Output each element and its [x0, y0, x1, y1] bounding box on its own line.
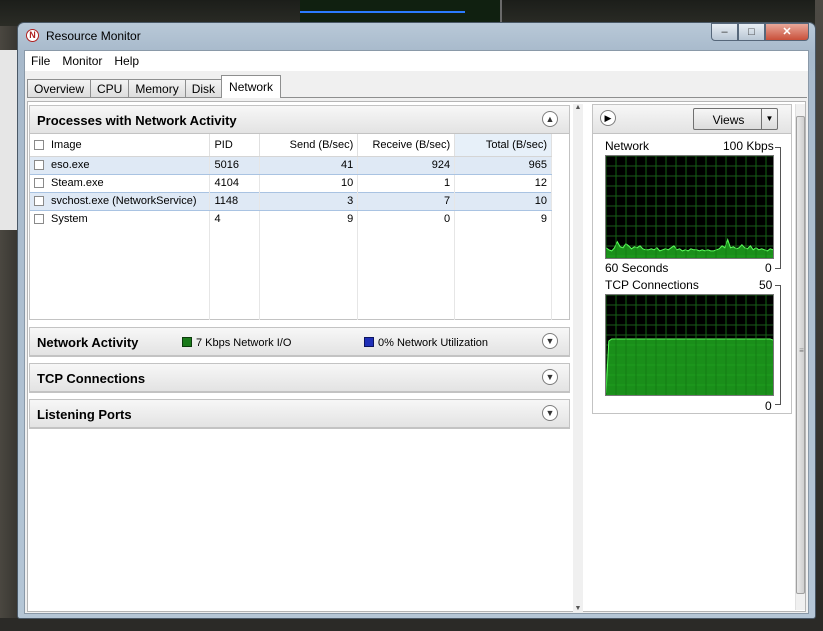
select-all-checkbox[interactable]	[34, 139, 44, 150]
tab-strip: Overview CPU Memory Disk Network	[27, 74, 282, 98]
sections-scrollbar[interactable]: ▲ ▼	[573, 104, 583, 612]
window-controls: – □ ✕	[711, 23, 809, 43]
column-pid[interactable]: PID	[209, 134, 261, 157]
graphs-scrollbar[interactable]: ≡	[795, 104, 805, 610]
client-area: File Monitor Help Overview CPU Memory Di…	[24, 50, 809, 614]
network-activity-section: Network Activity 7 Kbps Network I/O 0% N…	[29, 327, 570, 357]
expand-tcp-connections-icon[interactable]: ▼	[542, 369, 558, 385]
network-graph-plot	[606, 156, 773, 258]
menu-file[interactable]: File	[25, 54, 56, 68]
table-row[interactable]: eso.exe 5016 41 924 965	[30, 155, 552, 175]
listening-ports-title: Listening Ports	[37, 407, 132, 422]
processes-table-header: Image PID Send (B/sec) Receive (B/sec) T…	[30, 134, 552, 157]
menu-help[interactable]: Help	[108, 54, 145, 68]
listening-ports-section: Listening Ports ▼	[29, 399, 570, 429]
processes-section-title: Processes with Network Activity	[37, 113, 237, 128]
tcp-connections-header[interactable]: TCP Connections ▼	[30, 364, 569, 392]
tcp-connections-graph	[605, 294, 774, 396]
network-tab-content: Processes with Network Activity ▲ Image …	[27, 101, 806, 612]
tab-cpu[interactable]: CPU	[90, 79, 130, 98]
listening-ports-header[interactable]: Listening Ports ▼	[30, 400, 569, 428]
tab-disk[interactable]: Disk	[184, 79, 223, 98]
graphs-header: ▶ Views ▼	[593, 105, 791, 134]
column-total[interactable]: Total (B/sec)	[454, 134, 552, 157]
resource-monitor-icon: N	[26, 29, 39, 42]
network-graph-timespan: 60 Seconds	[605, 261, 669, 275]
scroll-down-icon[interactable]: ▼	[573, 605, 583, 612]
column-image[interactable]: Image	[30, 134, 211, 157]
resource-monitor-window: N Resource Monitor – □ ✕ File Monitor He…	[17, 22, 816, 619]
window-title: Resource Monitor	[46, 29, 141, 43]
title-bar[interactable]: N Resource Monitor – □ ✕	[18, 23, 815, 49]
desktop-background-right	[815, 0, 823, 631]
graph-area	[606, 339, 773, 395]
dropdown-arrow-icon: ▼	[761, 109, 777, 129]
table-row[interactable]: System 4 9 0 9	[30, 210, 552, 228]
desktop-background-bottom	[0, 618, 823, 631]
network-graph-max: 100 Kbps	[723, 139, 774, 153]
row-checkbox[interactable]	[34, 214, 44, 225]
menu-monitor[interactable]: Monitor	[56, 54, 108, 68]
collapse-processes-icon[interactable]: ▲	[542, 111, 558, 127]
graphs-pane: ▶ Views ▼ Network 100 Kbps 60 Seconds 0 …	[592, 104, 792, 414]
table-row[interactable]: svchost.exe (NetworkService) 1148 3 7 10	[30, 191, 552, 211]
background-window-graph	[300, 0, 502, 22]
network-graph-min: 0	[765, 261, 772, 275]
scroll-up-icon[interactable]: ▲	[573, 104, 583, 111]
tcp-connections-graph-plot	[606, 295, 773, 395]
network-utilization-swatch	[364, 337, 374, 347]
tcp-graph-max: 50	[759, 278, 773, 292]
tcp-graph-min: 0	[765, 399, 772, 413]
processes-section: Processes with Network Activity ▲ Image …	[29, 105, 570, 320]
tab-overview[interactable]: Overview	[27, 79, 92, 98]
column-receive[interactable]: Receive (B/sec)	[357, 134, 456, 157]
expand-network-activity-icon[interactable]: ▼	[542, 333, 558, 349]
toggle-graphs-icon[interactable]: ▶	[600, 110, 616, 126]
network-io-swatch	[182, 337, 192, 347]
tab-network[interactable]: Network	[221, 75, 282, 98]
views-dropdown[interactable]: Views ▼	[693, 108, 778, 130]
processes-section-header[interactable]: Processes with Network Activity ▲	[30, 106, 569, 134]
tcp-graph-name: TCP Connections	[605, 278, 699, 292]
row-checkbox[interactable]	[34, 196, 44, 207]
tab-memory[interactable]: Memory	[128, 79, 186, 98]
network-graph	[605, 155, 774, 259]
maximize-button[interactable]: □	[738, 23, 765, 41]
processes-table: Image PID Send (B/sec) Receive (B/sec) T…	[30, 134, 552, 320]
expand-listening-ports-icon[interactable]: ▼	[542, 405, 558, 421]
network-activity-title: Network Activity	[37, 335, 139, 350]
row-checkbox[interactable]	[34, 178, 44, 189]
menu-bar: File Monitor Help	[25, 51, 808, 71]
tcp-connections-section: TCP Connections ▼	[29, 363, 570, 393]
minimize-button[interactable]: –	[711, 23, 738, 41]
network-utilization-legend: 0% Network Utilization	[364, 337, 488, 349]
network-graph-name: Network	[605, 139, 650, 153]
background-window-fragment	[0, 50, 18, 230]
table-row[interactable]: Steam.exe 4104 10 1 12	[30, 174, 552, 192]
network-activity-header[interactable]: Network Activity 7 Kbps Network I/O 0% N…	[30, 328, 569, 356]
network-io-legend: 7 Kbps Network I/O	[182, 337, 291, 349]
close-button[interactable]: ✕	[765, 23, 809, 41]
tcp-connections-title: TCP Connections	[37, 371, 146, 386]
graphs-scrollbar-thumb[interactable]: ≡	[796, 116, 805, 594]
column-send[interactable]: Send (B/sec)	[259, 134, 359, 157]
sections-pane: Processes with Network Activity ▲ Image …	[29, 103, 583, 612]
row-checkbox[interactable]	[34, 160, 44, 171]
